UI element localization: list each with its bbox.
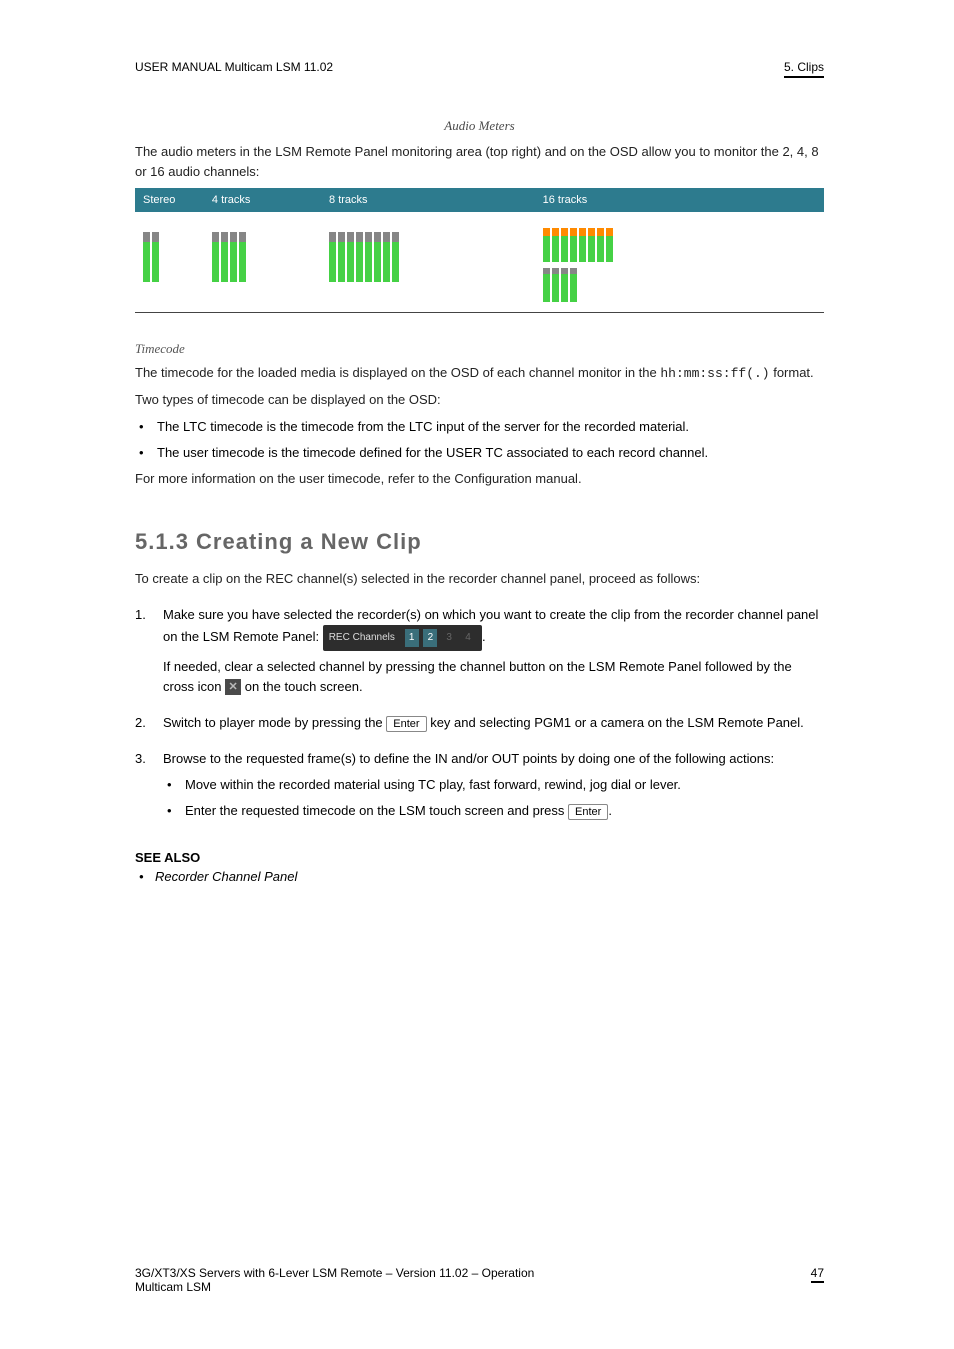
th-8tracks: 8 tracks bbox=[321, 188, 535, 212]
page-header: USER MANUAL Multicam LSM 11.02 5. Clips bbox=[135, 60, 824, 78]
timecode-p1-b: format. bbox=[770, 365, 814, 380]
step-1-text-a: Make sure you have selected the recorder… bbox=[163, 607, 818, 644]
cell-16tracks bbox=[535, 212, 824, 313]
timecode-more: For more information on the user timecod… bbox=[135, 469, 824, 489]
footer-left-text: 3G/XT3/XS Servers with 6-Lever LSM Remot… bbox=[135, 1266, 548, 1294]
page: USER MANUAL Multicam LSM 11.02 5. Clips … bbox=[0, 0, 954, 1349]
page-footer: 3G/XT3/XS Servers with 6-Lever LSM Remot… bbox=[135, 1266, 824, 1294]
cell-4tracks bbox=[204, 212, 321, 313]
rec-channel-4[interactable]: 4 bbox=[461, 629, 475, 647]
th-stereo: Stereo bbox=[135, 188, 204, 212]
rec-channel-3[interactable]: 3 bbox=[442, 629, 456, 647]
timecode-p1: The timecode for the loaded media is dis… bbox=[135, 363, 824, 384]
see-also-title: SEE ALSO bbox=[135, 850, 824, 865]
close-icon[interactable]: ✕ bbox=[225, 679, 241, 695]
rec-channel-1[interactable]: 1 bbox=[405, 629, 419, 647]
step-3-sub-a: Move within the recorded material using … bbox=[163, 775, 824, 795]
step-3-number: 3. bbox=[135, 749, 146, 769]
audio-meters-table: Stereo 4 tracks 8 tracks 16 tracks bbox=[135, 188, 824, 313]
peakmeter-2ch bbox=[143, 226, 196, 282]
timecode-item-user: The user timecode is the timecode define… bbox=[135, 443, 824, 463]
timecode-p1-a: The timecode for the loaded media is dis… bbox=[135, 365, 660, 380]
heading-creating-new-clip: 5.1.3 Creating a New Clip bbox=[135, 529, 824, 555]
section-title-timecode: Timecode bbox=[135, 341, 824, 357]
audio-meters-intro: The audio meters in the LSM Remote Panel… bbox=[135, 142, 824, 182]
th-16tracks: 16 tracks bbox=[535, 188, 824, 212]
step-1-text-b: . bbox=[482, 629, 486, 644]
table-header-row: Stereo 4 tracks 8 tracks 16 tracks bbox=[135, 188, 824, 212]
enter-key-icon: Enter bbox=[386, 716, 426, 732]
timecode-format: hh:mm:ss:ff(.) bbox=[660, 366, 769, 381]
section-title-audio-meters: Audio Meters bbox=[135, 118, 824, 134]
step-3: 3. Browse to the requested frame(s) to d… bbox=[135, 749, 824, 821]
step-3-sub-b-tail: . bbox=[608, 803, 612, 818]
step-2-number: 2. bbox=[135, 713, 146, 733]
header-right-text: 5. Clips bbox=[784, 60, 824, 78]
rec-channels-panel: REC Channels 1 2 3 4 bbox=[323, 625, 482, 651]
timecode-list-intro: Two types of timecode can be displayed o… bbox=[135, 390, 824, 410]
step-2: 2. Switch to player mode by pressing the… bbox=[135, 713, 824, 733]
step-3-text: Browse to the requested frame(s) to defi… bbox=[163, 751, 774, 766]
step-2-pre: Switch to player mode by pressing the bbox=[163, 715, 386, 730]
table-body-row bbox=[135, 212, 824, 313]
footer-page-number: 47 bbox=[811, 1266, 824, 1283]
peakmeter-4ch bbox=[212, 226, 313, 282]
rec-channels-label: REC Channels bbox=[329, 632, 395, 643]
step-1: 1. Make sure you have selected the recor… bbox=[135, 605, 824, 697]
step-3-sub-b: Enter the requested timecode on the LSM … bbox=[163, 801, 824, 821]
step-2-text: key and selecting PGM1 or a camera on th… bbox=[427, 715, 804, 730]
step-1-note-b: on the touch screen. bbox=[241, 679, 362, 694]
cell-8tracks bbox=[321, 212, 535, 313]
enter-key-icon-2: Enter bbox=[568, 804, 608, 820]
see-also-block: SEE ALSO Recorder Channel Panel bbox=[135, 850, 824, 884]
cell-stereo bbox=[135, 212, 204, 313]
rec-channel-2[interactable]: 2 bbox=[423, 629, 437, 647]
step-1-number: 1. bbox=[135, 605, 146, 625]
th-4tracks: 4 tracks bbox=[204, 188, 321, 212]
creating-intro: To create a clip on the REC channel(s) s… bbox=[135, 569, 824, 589]
step-3-sub-b-text: Enter the requested timecode on the LSM … bbox=[185, 803, 568, 818]
header-left-text: USER MANUAL Multicam LSM 11.02 bbox=[135, 60, 333, 74]
creating-steps: 1. Make sure you have selected the recor… bbox=[135, 605, 824, 821]
timecode-list: The LTC timecode is the timecode from th… bbox=[135, 417, 824, 463]
timecode-item-ltc: The LTC timecode is the timecode from th… bbox=[135, 417, 824, 437]
peakmeter-16ch bbox=[543, 226, 816, 302]
see-also-item-1[interactable]: Recorder Channel Panel bbox=[135, 869, 824, 884]
step-1-note: If needed, clear a selected channel by p… bbox=[163, 657, 824, 697]
peakmeter-8ch bbox=[329, 226, 527, 282]
